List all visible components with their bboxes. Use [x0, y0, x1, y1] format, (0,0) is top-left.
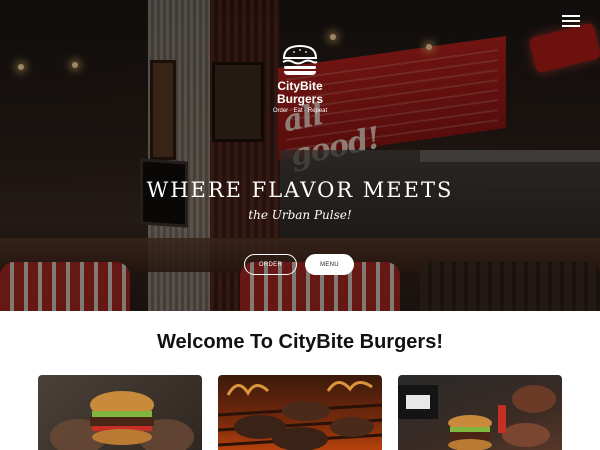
grilling-patties-image [218, 375, 382, 450]
hamburger-menu-icon[interactable] [562, 14, 580, 28]
brand-tagline: Order · Eat · Repeat [272, 108, 328, 114]
burger-in-hands-image [38, 375, 202, 450]
hero-section: all good! CityBite Burgers Order · Eat ·… [0, 0, 600, 311]
hero-headline: WHERE FLAVOR MEETS [146, 178, 454, 202]
brand-logo[interactable]: CityBite Burgers Order · Eat · Repeat [260, 44, 340, 114]
burger-icon [282, 44, 318, 75]
order-button[interactable]: ORDER [244, 254, 297, 275]
menu-button[interactable]: MENU [305, 254, 354, 275]
welcome-title: Welcome To CityBite Burgers! [157, 331, 443, 353]
diner-table-burger-image [398, 375, 562, 450]
brand-name: CityBite Burgers [276, 79, 323, 106]
hero-subheadline: the Urban Pulse! [248, 208, 352, 222]
